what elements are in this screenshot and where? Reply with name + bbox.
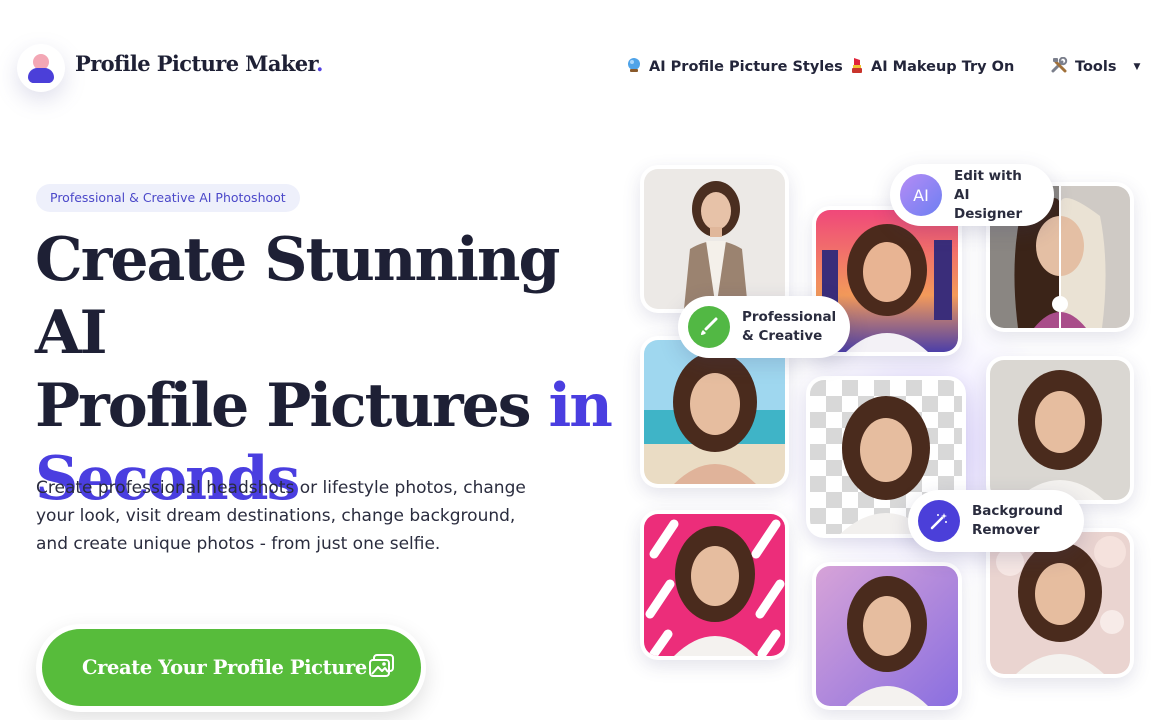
lipstick-icon: [850, 57, 864, 76]
feature-ai-designer: AI Edit with AI Designer: [890, 164, 1054, 226]
magic-wand-icon: [918, 500, 960, 542]
image-gallery-icon: [369, 653, 395, 682]
nav-ai-profile-picture-styles[interactable]: AI Profile Picture Styles: [626, 57, 843, 76]
photo-business-outfit: [640, 165, 789, 313]
photo-natural-portrait: [986, 356, 1134, 504]
logo-avatar-body: [28, 68, 54, 83]
hero-headline: Create Stunning AI Profile Pictures in S…: [35, 225, 613, 514]
chevron-down-icon: ▼: [1133, 61, 1141, 72]
brush-icon: [688, 306, 730, 348]
hero-badge: Professional & Creative AI Photoshoot: [36, 184, 300, 212]
photo-beach-destination: [640, 336, 789, 488]
nav-ai-makeup-try-on[interactable]: AI Makeup Try On: [850, 57, 1014, 76]
photo-pink-pattern: [640, 510, 789, 660]
brand-name[interactable]: Profile Picture Maker.: [75, 51, 323, 76]
create-profile-picture-button[interactable]: Create Your Profile Picture: [36, 624, 426, 712]
crystal-ball-icon: [626, 57, 642, 76]
feature-background-remover: Background Remover: [908, 490, 1084, 552]
tools-icon: [1051, 56, 1068, 76]
photo-purple-gradient: [812, 562, 962, 710]
logo[interactable]: [17, 44, 65, 92]
feature-professional-creative: Professional & Creative: [678, 296, 850, 358]
nav-tools-dropdown[interactable]: Tools ▼: [1051, 56, 1141, 76]
ai-designer-icon: AI: [900, 174, 942, 216]
hero-subtitle: Create professional headshots or lifesty…: [36, 478, 526, 554]
